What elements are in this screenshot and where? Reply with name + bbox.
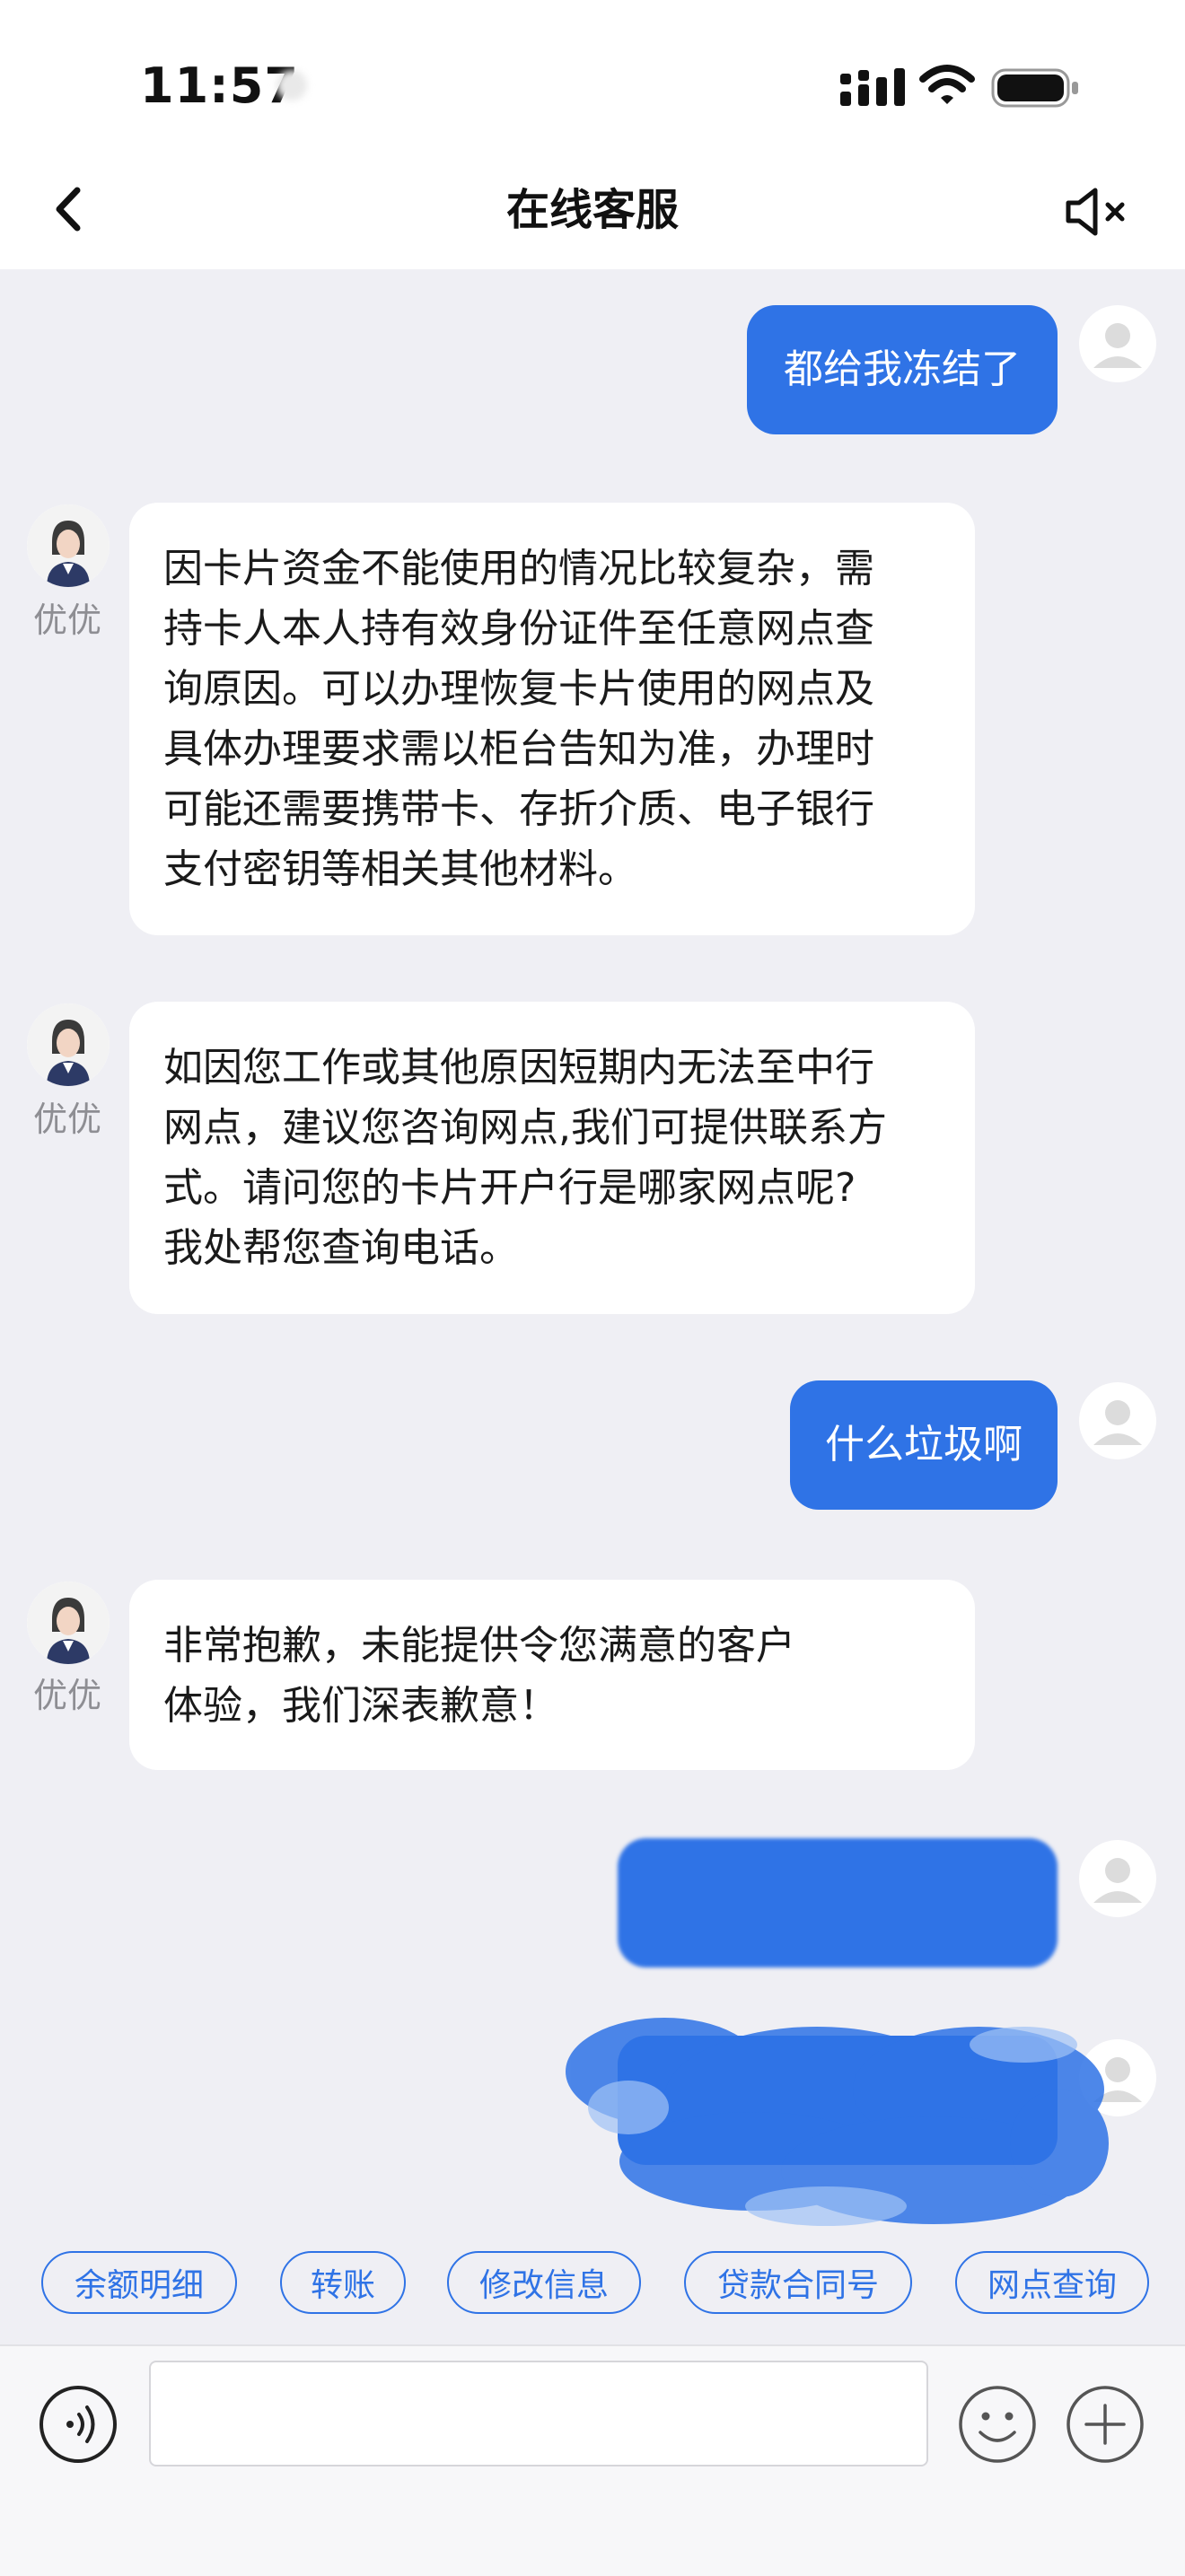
chip-label: 修改信息 [478,2267,609,2304]
chip-transfer[interactable]: 转账 [280,2251,406,2314]
battery-icon [991,68,1078,108]
user-avatar [1079,305,1156,382]
bot-name: 优优 [32,1100,101,1139]
message-line: 体验，我们深表歉意！ [163,1683,558,1729]
message-line: 询原因。可以办理恢复卡片使用的网点及 [163,666,874,712]
bot-message-bubble: 非常抱歉，未能提供令您满意的客户 体验，我们深表歉意！ [129,1580,975,1770]
chip-loan-contract[interactable]: 贷款合同号 [684,2251,912,2314]
voice-icon[interactable] [38,2384,118,2465]
agent-avatar-icon [27,1582,110,1664]
status-time: 11:57 [140,57,299,114]
cellular-signal-icon [840,68,905,106]
bot-message-bubble: 因卡片资金不能使用的情况比较复杂，需 持卡人本人持有效身份证件至任意网点查 询原… [129,503,975,935]
chip-label: 贷款合同号 [716,2267,879,2304]
agent-avatar-icon [27,1003,110,1086]
message-line: 支付密钥等相关其他材料。 [163,846,637,892]
plus-icon[interactable] [1065,2384,1146,2465]
quick-actions: 余额明细 转账 修改信息 贷款合同号 网点查询 [0,2251,1185,2319]
user-message-bubble: 什么垃圾啊 [790,1380,1058,1510]
bot-name: 优优 [32,1676,101,1715]
message-line: 我处帮您查询电话。 [163,1225,519,1271]
chip-label: 网点查询 [987,2267,1117,2304]
smiley-icon[interactable] [957,2384,1038,2465]
input-bar [0,2344,1185,2576]
bot-avatar [27,504,110,587]
user-avatar [1079,1382,1156,1459]
chip-branch-query[interactable]: 网点查询 [955,2251,1149,2314]
message-line: 可能还需要携带卡、存折介质、电子银行 [163,786,874,832]
bot-avatar [27,1003,110,1086]
bot-name: 优优 [32,600,101,640]
user-message-bubble: 都给我冻结了 [747,305,1058,434]
message-input[interactable] [149,2361,928,2466]
message-line: 因卡片资金不能使用的情况比较复杂，需 [163,546,874,591]
chip-modify-info[interactable]: 修改信息 [447,2251,641,2314]
redaction-scribble [566,2018,1109,2226]
message-line: 非常抱歉，未能提供令您满意的客户 [163,1623,795,1669]
wifi-icon [919,65,975,104]
page-title: 在线客服 [505,185,679,235]
chip-label: 转账 [310,2267,375,2304]
chip-label: 余额明细 [74,2267,204,2304]
message-line: 具体办理要求需以柜台告知为准，办理时 [163,726,874,772]
bot-avatar [27,1582,110,1664]
message-text: 都给我冻结了 [784,346,1021,392]
message-line: 网点，建议您咨询网点,我们可提供联系方 [163,1105,887,1151]
message-text: 什么垃圾啊 [825,1422,1023,1468]
user-avatar [1079,1840,1156,1917]
user-avatar-icon [1093,1400,1142,1445]
user-message-bubble-obscured [618,1838,1058,1967]
message-line: 如因您工作或其他原因短期内无法至中行 [163,1045,874,1091]
agent-avatar-icon [27,504,110,587]
speaker-muted-icon[interactable] [1063,183,1131,241]
message-line: 持卡人本人持有效身份证件至任意网点查 [163,606,874,652]
status-indicator-dot [276,70,307,101]
top-bar: 11:57 在线客服 [0,0,1185,269]
chip-balance-details[interactable]: 余额明细 [41,2251,237,2314]
bot-message-bubble: 如因您工作或其他原因短期内无法至中行 网点，建议您咨询网点,我们可提供联系方 式… [129,1002,975,1314]
user-avatar-icon [1093,1858,1142,1903]
message-line: 式。请问您的卡片开户行是哪家网点呢? [163,1165,856,1211]
user-avatar-icon [1093,323,1142,368]
